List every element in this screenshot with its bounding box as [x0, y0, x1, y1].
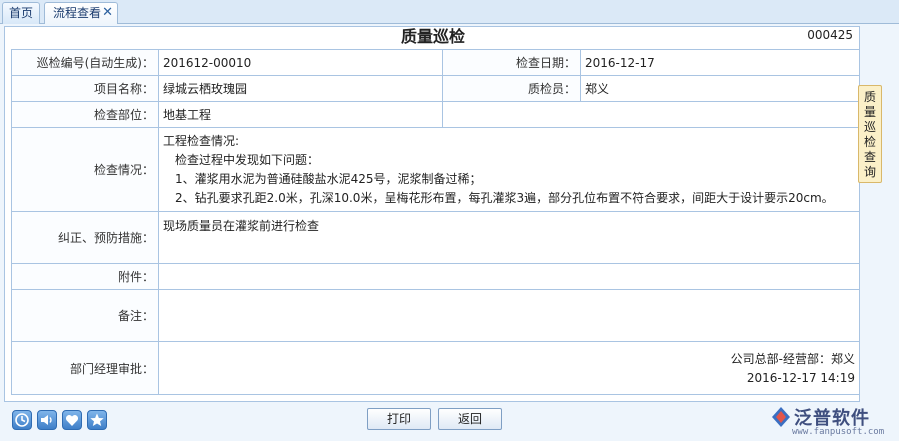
tab-bar: 首页 流程查看 ✕: [0, 0, 899, 24]
approval-box: 公司总部-经营部：郑义 2016-12-17 14:19: [163, 342, 855, 394]
sidetab-char: 质: [863, 90, 876, 104]
project-label: 项目名称：: [11, 75, 159, 102]
logo-mark-icon: [772, 407, 790, 427]
inspection-no-value: 201612-00010: [158, 49, 443, 76]
situation-line: 1、灌浆用水泥为普通硅酸盐水泥425号，泥浆制备过稀；: [163, 171, 482, 186]
quality-inspection-query-tab[interactable]: 质 量 巡 检 查 询: [858, 85, 882, 183]
project-value: 绿城云栖玫瑰园: [158, 75, 443, 102]
inspector-link[interactable]: 郑义: [580, 75, 860, 102]
page-title: 质量巡检: [400, 27, 465, 46]
situation-line: 检查过程中发现如下问题：: [163, 152, 320, 167]
doc-number: 000425: [807, 28, 853, 42]
measures-value: 现场质量员在灌浆前进行检查: [158, 211, 860, 264]
sidetab-char: 查: [863, 150, 876, 164]
heart-icon[interactable]: [62, 410, 82, 430]
part-label: 检查部位：: [11, 101, 159, 128]
check-date-value: 2016-12-17: [580, 49, 860, 76]
inspection-form: 巡检编号(自动生成)： 201612-00010 检查日期： 2016-12-1…: [11, 49, 860, 395]
measures-label: 纠正、预防措施：: [11, 211, 159, 264]
attachment-value: [158, 263, 860, 290]
star-icon[interactable]: [87, 410, 107, 430]
remark-label: 备注：: [11, 289, 159, 342]
close-icon[interactable]: ✕: [102, 3, 113, 23]
approval-dept: 公司总部-经营部：郑义: [730, 352, 855, 366]
approval-time: 2016-12-17 14:19: [746, 371, 855, 385]
tab-home-label: 首页: [8, 6, 33, 20]
part-empty-cell: [442, 101, 860, 128]
print-button[interactable]: 打印: [367, 408, 431, 430]
sidetab-char: 量: [863, 105, 876, 119]
sidetab-char: 检: [863, 135, 876, 149]
bottom-toolbar: 打印 返回 泛普软件 www.fanpusoft.com: [0, 404, 899, 441]
attachment-label: 附件：: [11, 263, 159, 290]
form-panel: 质量巡检 000425 巡检编号(自动生成)： 201612-00010 检查日…: [4, 26, 860, 402]
back-button[interactable]: 返回: [438, 408, 502, 430]
situation-value: 工程检查情况: 检查过程中发现如下问题： 1、灌浆用水泥为普通硅酸盐水泥425号…: [158, 127, 860, 212]
brand-logo: 泛普软件 www.fanpusoft.com: [770, 404, 899, 441]
check-date-label: 检查日期：: [442, 49, 581, 76]
inspection-no-label: 巡检编号(自动生成)：: [11, 49, 159, 76]
sidetab-char: 巡: [863, 120, 876, 134]
tab-process-view-label: 流程查看: [53, 6, 102, 20]
brand-url: www.fanpusoft.com: [792, 427, 885, 437]
inspector-label: 质检员：: [442, 75, 581, 102]
speaker-icon[interactable]: [37, 410, 57, 430]
situation-line: 2、钻孔要求孔距2.0米，孔深10.0米，呈梅花形布置，每孔灌浆3遍，部分孔位布…: [163, 190, 834, 205]
tab-home[interactable]: 首页: [2, 2, 40, 24]
clock-icon[interactable]: [12, 410, 32, 430]
sidetab-char: 询: [863, 165, 876, 179]
part-value: 地基工程: [158, 101, 443, 128]
approval-value: 公司总部-经营部：郑义 2016-12-17 14:19: [158, 341, 860, 395]
approval-label: 部门经理审批：: [11, 341, 159, 395]
tab-process-view[interactable]: 流程查看 ✕: [44, 2, 118, 24]
remark-value: [158, 289, 860, 342]
situation-line: 工程检查情况:: [163, 133, 240, 148]
situation-label: 检查情况：: [11, 127, 159, 212]
